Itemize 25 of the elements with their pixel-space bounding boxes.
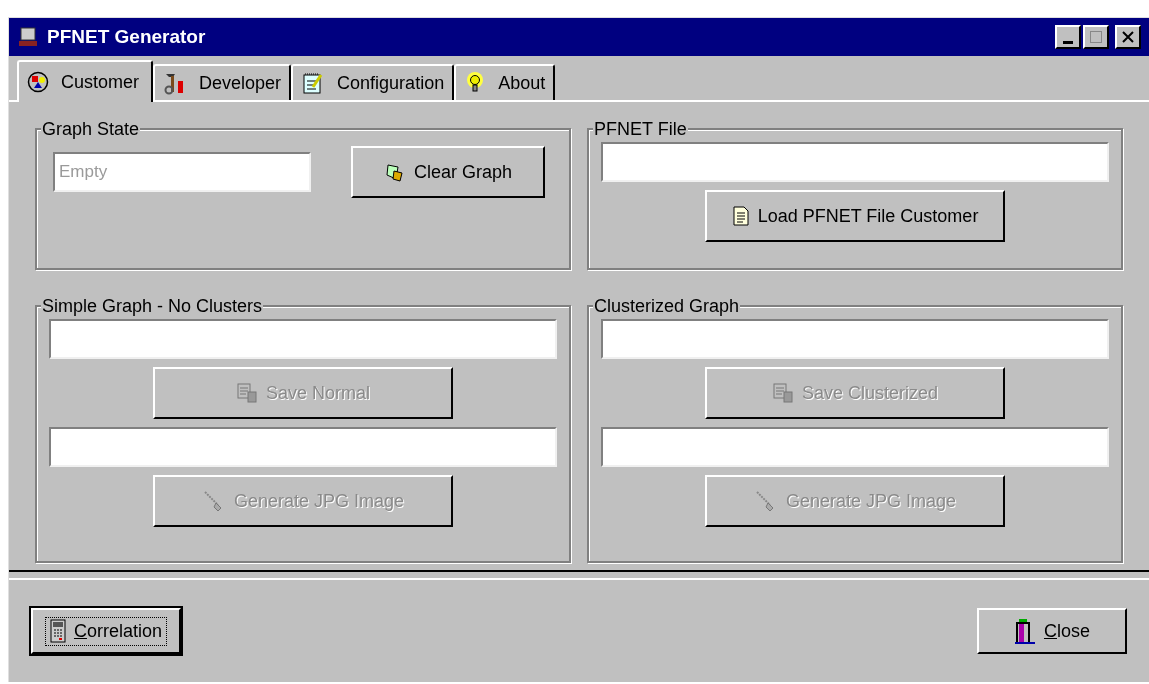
- people-icon: [27, 71, 49, 93]
- text-field[interactable]: [49, 427, 557, 467]
- action-button[interactable]: Clear Graph: [351, 146, 545, 198]
- tab[interactable]: About: [454, 64, 556, 100]
- tab[interactable]: Developer: [153, 64, 292, 100]
- text-field[interactable]: [601, 142, 1109, 182]
- footer-button[interactable]: Close: [977, 608, 1127, 654]
- tab[interactable]: Customer: [17, 60, 154, 102]
- doorway-icon: [1014, 618, 1036, 644]
- close-button[interactable]: [1115, 25, 1141, 49]
- window-title: PFNET Generator: [47, 24, 206, 49]
- document-stack-icon: [771, 382, 794, 404]
- computer-icon: [17, 26, 39, 48]
- calculator-icon: [49, 619, 66, 643]
- text-field[interactable]: [49, 319, 557, 359]
- tab[interactable]: Configuration: [291, 64, 455, 100]
- close-icon: [1122, 31, 1134, 43]
- document-icon: [731, 205, 750, 227]
- maximize-button[interactable]: [1083, 25, 1109, 49]
- text-field[interactable]: [601, 319, 1109, 359]
- action-button[interactable]: Load PFNET File Customer: [705, 190, 1005, 242]
- document-stack-icon: [235, 382, 258, 404]
- footer-button[interactable]: Correlation: [31, 608, 181, 654]
- minimize-button[interactable]: [1055, 25, 1081, 49]
- text-field[interactable]: [601, 427, 1109, 467]
